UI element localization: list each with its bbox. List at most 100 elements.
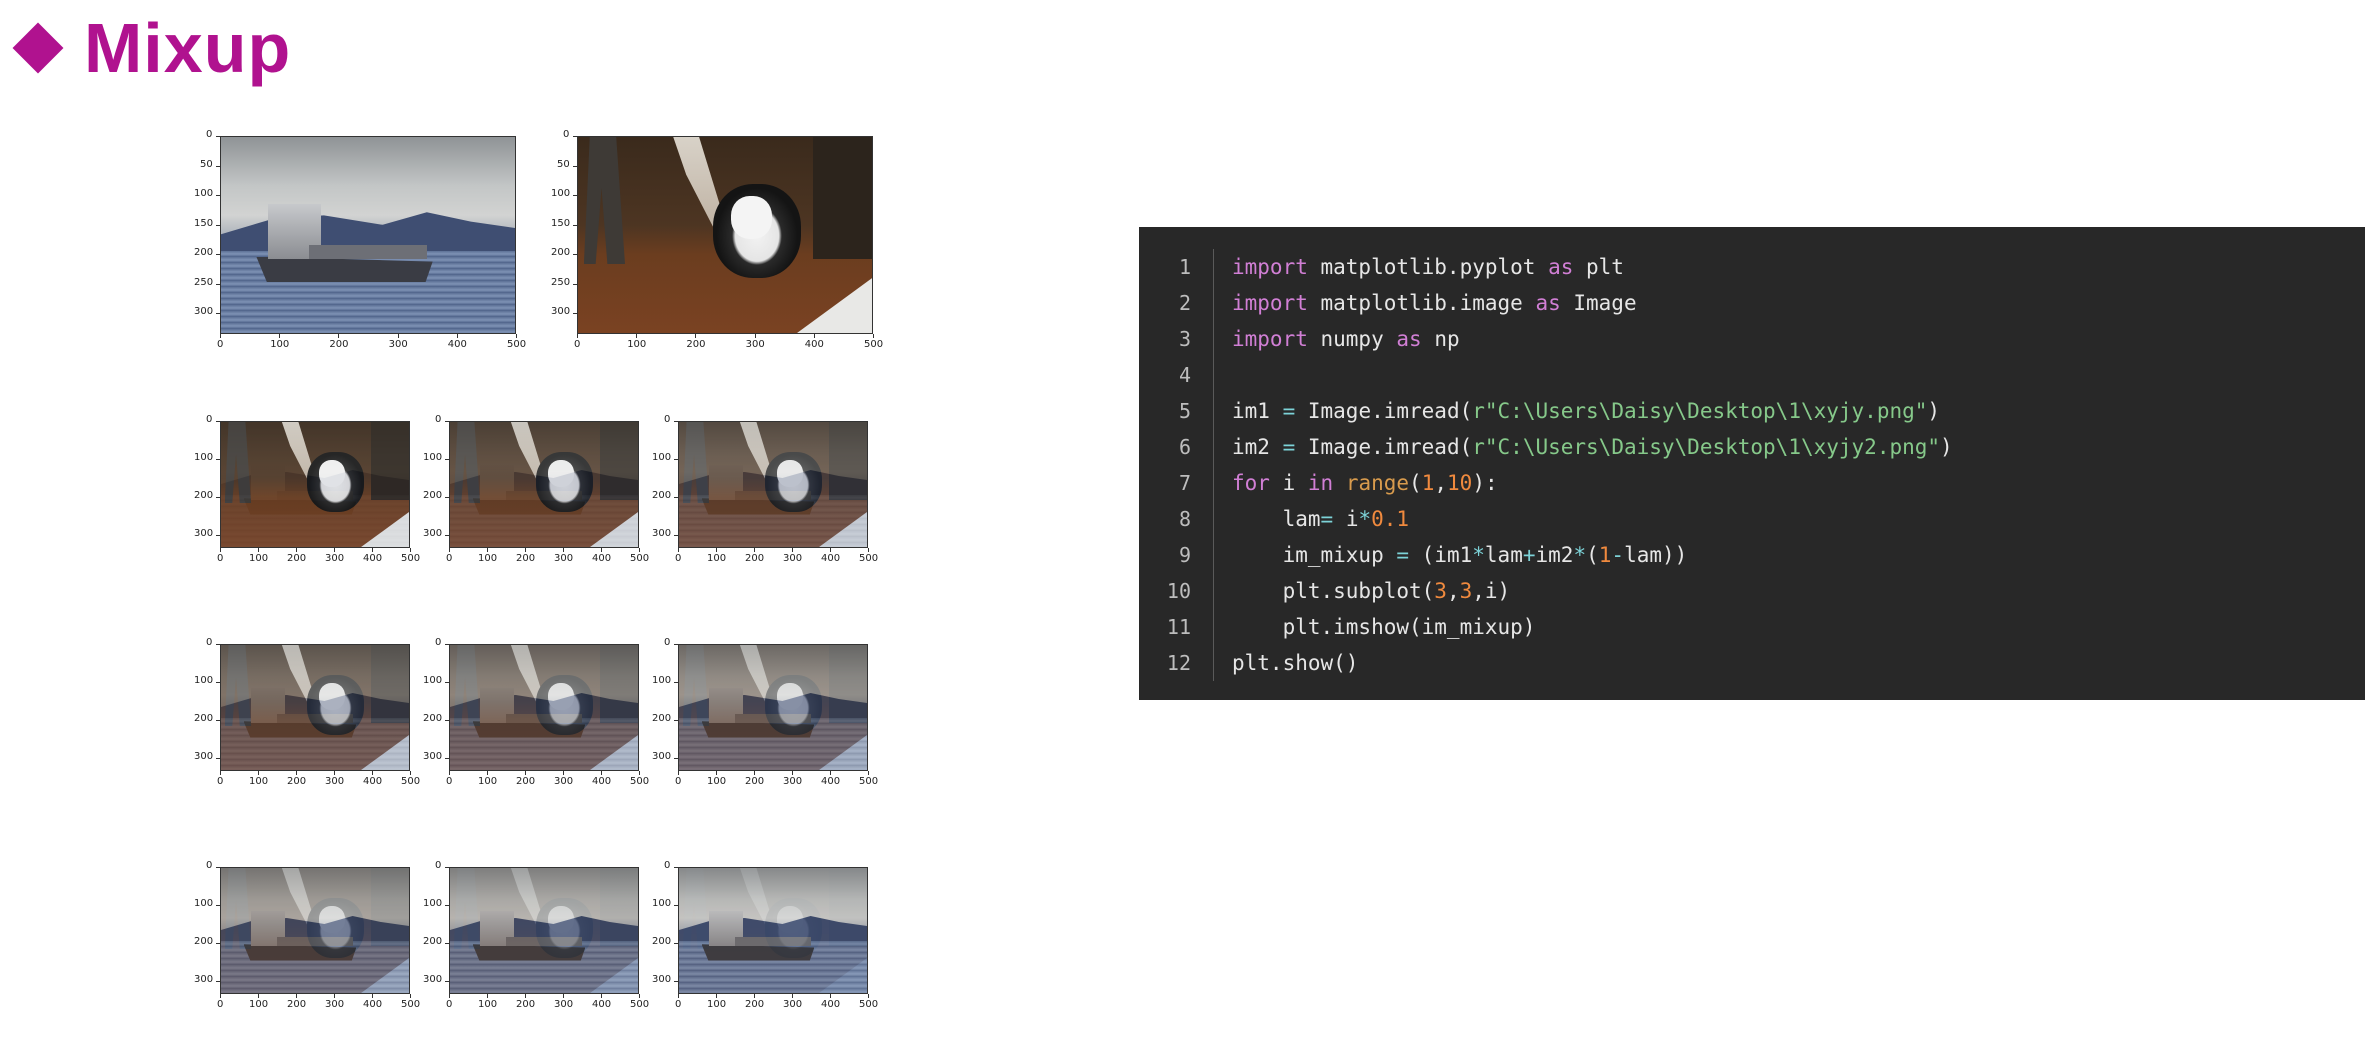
line-number: 4 bbox=[1178, 363, 1191, 387]
code-text: plt.imshow(im_mixup) bbox=[1232, 615, 1536, 639]
code-text: import matplotlib.image as Image bbox=[1232, 291, 1637, 315]
y-tick-label: 300 bbox=[652, 973, 672, 985]
y-tick-mark bbox=[216, 165, 220, 167]
y-tick-label: 0 bbox=[664, 637, 671, 648]
x-tick-label: 0 bbox=[446, 776, 453, 787]
y-tick-mark bbox=[216, 421, 220, 422]
x-tick-label: 100 bbox=[707, 776, 727, 787]
x-tick-mark bbox=[868, 771, 869, 775]
x-tick-label: 300 bbox=[783, 776, 803, 787]
x-tick-label: 0 bbox=[217, 776, 224, 787]
code-line: 12 plt.show() bbox=[1139, 645, 2365, 681]
code-token: + bbox=[1522, 543, 1536, 567]
code-token: (im1 bbox=[1409, 543, 1473, 567]
x-tick-mark bbox=[716, 771, 717, 775]
y-tick-label: 0 bbox=[664, 414, 671, 425]
x-tick-mark bbox=[372, 771, 373, 775]
y-tick-mark bbox=[216, 644, 220, 645]
code-token: lam bbox=[1232, 507, 1321, 531]
x-tick-mark bbox=[334, 771, 335, 775]
x-tick-mark bbox=[678, 771, 679, 775]
code-token: im1 bbox=[1232, 399, 1283, 423]
y-tick-mark bbox=[445, 458, 449, 460]
x-tick-mark bbox=[830, 771, 831, 775]
x-tick-label: 500 bbox=[507, 339, 527, 350]
slide: Mixup 0 100 200 300 400 500 0 50 100 150 200 250 300… bbox=[0, 0, 2372, 1043]
image-axes bbox=[220, 136, 516, 334]
code-text: lam= i*0.1 bbox=[1232, 507, 1410, 531]
x-tick-label: 400 bbox=[821, 553, 841, 564]
gutter-separator bbox=[1213, 465, 1214, 501]
code-token: 1 bbox=[1598, 543, 1612, 567]
y-tick-label: 100 bbox=[423, 674, 443, 686]
code-text: import matplotlib.pyplot as plt bbox=[1232, 255, 1624, 279]
y-tick-mark bbox=[573, 136, 577, 137]
x-tick-label: 200 bbox=[287, 776, 307, 787]
x-tick-label: 0 bbox=[217, 999, 224, 1010]
x-tick-mark bbox=[279, 334, 281, 338]
gutter-separator bbox=[1213, 573, 1214, 609]
y-tick-label: 100 bbox=[652, 674, 672, 686]
code-token: for bbox=[1232, 471, 1270, 495]
y-tick-label: 0 bbox=[206, 637, 213, 648]
line-number: 2 bbox=[1178, 291, 1191, 315]
x-tick-label: 100 bbox=[478, 999, 498, 1010]
code-token: plt.subplot( bbox=[1232, 579, 1435, 603]
y-tick-label: 300 bbox=[194, 306, 214, 318]
code-token: 3 bbox=[1434, 579, 1447, 603]
code-text: for i in range(1,10): bbox=[1232, 471, 1498, 495]
y-tick-mark bbox=[674, 496, 678, 498]
code-token: * bbox=[1472, 543, 1485, 567]
x-tick-mark bbox=[258, 548, 259, 552]
gutter-separator bbox=[1213, 321, 1214, 357]
x-tick-mark bbox=[220, 548, 221, 552]
y-tick-label: 0 bbox=[206, 860, 213, 871]
y-tick-label: 200 bbox=[194, 712, 214, 724]
x-tick-mark bbox=[296, 771, 297, 775]
image-axes bbox=[678, 421, 868, 548]
x-tick-mark bbox=[563, 994, 564, 998]
code-text: im_mixup = (im1*lam+im2*(1-lam)) bbox=[1232, 543, 1688, 567]
line-number: 8 bbox=[1178, 507, 1191, 531]
x-tick-label: 200 bbox=[745, 999, 765, 1010]
code-text: plt.subplot(3,3,i) bbox=[1232, 579, 1511, 603]
title-text: Mixup bbox=[84, 9, 292, 87]
y-tick-mark bbox=[216, 757, 220, 759]
code-line: 5 im1 = Image.imread(r"C:\Users\Daisy\Des… bbox=[1139, 393, 2365, 429]
y-tick-label: 300 bbox=[652, 750, 672, 762]
x-tick-label: 100 bbox=[249, 999, 269, 1010]
x-tick-label: 300 bbox=[388, 339, 408, 350]
x-tick-mark bbox=[754, 548, 755, 552]
y-tick-label: 100 bbox=[194, 674, 214, 686]
gutter-separator bbox=[1213, 537, 1214, 573]
y-tick-label: 50 bbox=[557, 158, 570, 170]
x-tick-mark bbox=[716, 994, 717, 998]
x-tick-mark bbox=[338, 334, 340, 338]
code-token: np bbox=[1421, 327, 1460, 351]
y-tick-label: 300 bbox=[423, 973, 443, 985]
gutter-separator bbox=[1213, 609, 1214, 645]
code-token: lam bbox=[1484, 543, 1523, 567]
x-tick-mark bbox=[577, 334, 578, 338]
y-tick-label: 0 bbox=[206, 129, 213, 140]
x-tick-label: 400 bbox=[804, 339, 824, 350]
y-tick-mark bbox=[216, 313, 220, 315]
gutter-separator bbox=[1213, 249, 1214, 285]
x-tick-mark bbox=[868, 548, 869, 552]
x-tick-mark bbox=[601, 548, 602, 552]
y-tick-label: 200 bbox=[194, 489, 214, 501]
x-tick-label: 100 bbox=[707, 999, 727, 1010]
y-tick-mark bbox=[674, 458, 678, 460]
x-tick-label: 100 bbox=[627, 339, 647, 350]
code-token: = bbox=[1282, 399, 1296, 423]
x-tick-label: 400 bbox=[592, 776, 612, 787]
code-token: r"C:\Users\Daisy\Desktop\1\xyjy2.png" bbox=[1472, 435, 1941, 459]
code-token: import bbox=[1232, 291, 1308, 315]
gutter-separator bbox=[1213, 429, 1214, 465]
x-tick-label: 200 bbox=[686, 339, 706, 350]
code-line: 6 im2 = Image.imread(r"C:\Users\Daisy\Des… bbox=[1139, 429, 2365, 465]
subplot: 0 100 200 300 400 500 0 100 200 300 bbox=[638, 414, 888, 572]
line-number: 6 bbox=[1178, 435, 1191, 459]
code-token: i bbox=[1269, 471, 1308, 495]
code-token: ) bbox=[1940, 435, 1953, 459]
